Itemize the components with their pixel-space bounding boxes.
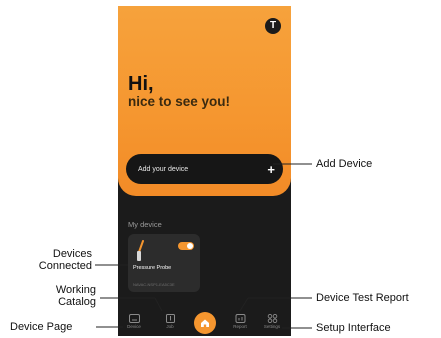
probe-icon xyxy=(137,240,144,261)
label-setup-interface: Setup Interface xyxy=(316,322,391,334)
plus-icon: + xyxy=(267,161,275,177)
nav-item-device[interactable]: Device xyxy=(120,314,148,329)
label-devices-connected-line2: Connected xyxy=(38,260,92,272)
nav-item-report[interactable]: Report xyxy=(226,314,254,329)
label-devices-connected-line1: Devices xyxy=(52,248,92,260)
tablet-icon xyxy=(128,314,140,323)
nav-label-settings: Settings xyxy=(263,324,281,329)
label-device-test-report: Device Test Report xyxy=(316,292,409,304)
home-icon xyxy=(201,319,209,327)
hero-banner: T Hi, nice to see you! Add your device + xyxy=(118,6,291,196)
phone-screen: T Hi, nice to see you! Add your device +… xyxy=(118,6,291,336)
greeting-subtitle: nice to see you! xyxy=(128,94,231,109)
clipboard-icon xyxy=(165,314,175,323)
device-card[interactable]: Pressure Probe NAVAC-NSP1-EA5C3E xyxy=(128,234,200,292)
nav-item-settings[interactable]: Settings xyxy=(258,314,286,329)
grid-icon xyxy=(267,314,277,323)
chart-icon xyxy=(235,314,245,323)
my-device-heading: My device xyxy=(128,220,162,229)
bottom-nav: Device Job Report Settings xyxy=(118,308,291,336)
add-device-button[interactable]: Add your device + xyxy=(126,154,283,184)
device-toggle[interactable] xyxy=(178,242,194,250)
device-card-name: Pressure Probe xyxy=(133,265,172,271)
nav-label-device: Device xyxy=(127,324,141,329)
nav-item-job[interactable]: Job xyxy=(156,314,184,329)
nav-label-report: Report xyxy=(233,324,247,329)
nav-label-job: Job xyxy=(166,324,174,329)
greeting: Hi, xyxy=(128,73,154,95)
avatar[interactable]: T xyxy=(265,18,281,34)
device-card-id: NAVAC-NSP1-EA5C3E xyxy=(133,282,175,287)
label-add-device: Add Device xyxy=(316,158,373,170)
label-working-catalog-line2: Catalog xyxy=(58,296,96,308)
add-device-label: Add your device xyxy=(138,165,189,173)
home-button[interactable] xyxy=(194,312,216,334)
label-device-page: Device Page xyxy=(10,321,73,333)
label-working-catalog-line1: Working xyxy=(55,284,96,296)
